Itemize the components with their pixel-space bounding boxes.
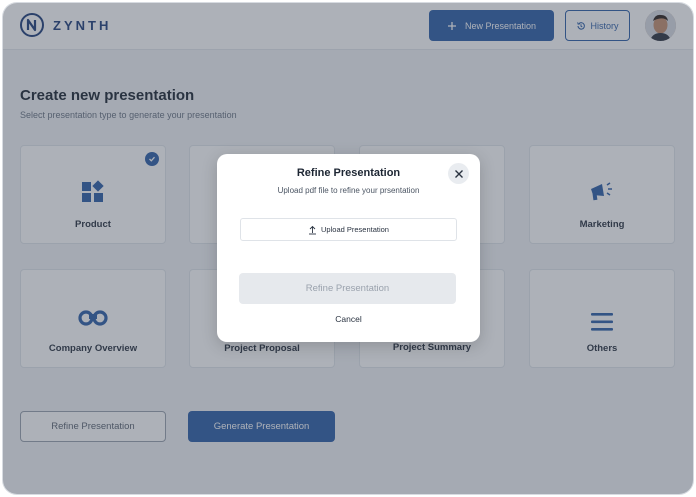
modal-title: Refine Presentation	[296, 167, 401, 179]
refine-presentation-modal: Refine Presentation Upload pdf file to r…	[217, 154, 480, 342]
close-icon[interactable]	[448, 163, 469, 184]
modal-refine-button[interactable]: Refine Presentation	[239, 273, 456, 304]
app-window: ZYNTH New Presentation History Create ne…	[3, 3, 693, 494]
upload-label: Upload Presentation	[321, 225, 389, 234]
upload-icon	[309, 225, 317, 234]
upload-presentation-button[interactable]: Upload Presentation	[240, 218, 457, 241]
modal-subtitle: Upload pdf file to refine your prsentati…	[277, 186, 420, 195]
cancel-button[interactable]: Cancel	[217, 314, 480, 324]
